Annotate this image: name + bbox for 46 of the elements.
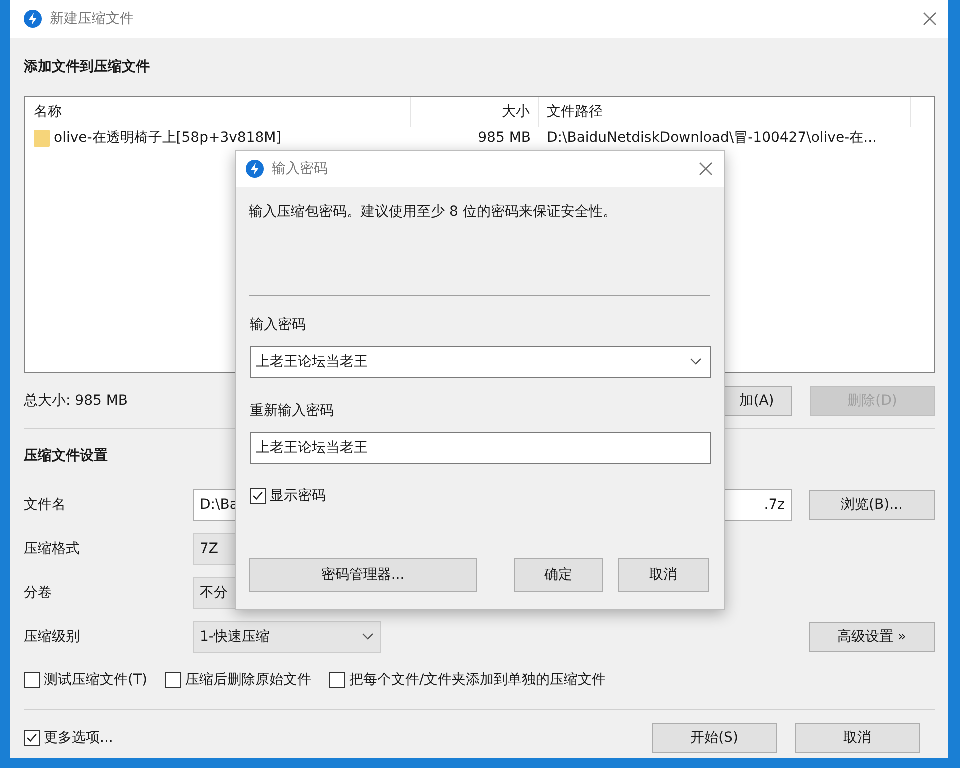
add-button[interactable]: 加(A) <box>722 386 792 416</box>
field-label: 压缩级别 <box>24 628 81 646</box>
cancel-button[interactable]: 取消 <box>795 723 920 753</box>
instruction-text: 输入压缩包密码。建议使用至少 8 位的密码来保证安全性。 <box>249 203 617 221</box>
section-heading: 添加文件到压缩文件 <box>24 58 150 77</box>
field-label: 重新输入密码 <box>250 402 334 420</box>
total-size: 总大小: 985 MB <box>24 392 128 410</box>
field-label: 输入密码 <box>250 316 306 334</box>
password-field[interactable]: 上老王论坛当老王 <box>250 432 711 464</box>
column-header[interactable]: 文件路径 <box>547 103 603 121</box>
cancel-button[interactable]: 取消 <box>618 558 709 592</box>
folder-icon <box>34 129 50 147</box>
chevron-down-icon <box>362 633 374 641</box>
checkbox-label: 显示密码 <box>270 487 326 505</box>
ok-button[interactable]: 确定 <box>514 558 603 592</box>
window-title: 新建压缩文件 <box>50 10 135 28</box>
checkbox-label: 压缩后删除原始文件 <box>185 671 312 689</box>
checkbox[interactable] <box>24 672 40 688</box>
checkbox[interactable] <box>165 672 182 688</box>
password-field[interactable]: 上老王论坛当老王 <box>250 346 711 378</box>
app-logo-icon <box>246 160 264 178</box>
start-button[interactable]: 开始(S) <box>652 723 777 753</box>
checkbox-label: 把每个文件/文件夹添加到单独的压缩文件 <box>349 671 606 689</box>
checkbox[interactable] <box>250 488 266 504</box>
checkbox-label: 更多选项... <box>44 729 114 747</box>
file-path: D:\BaiduNetdiskDownload\冒-100427\olive-在... <box>547 130 877 146</box>
checkbox[interactable] <box>24 730 40 746</box>
close-icon[interactable] <box>698 161 714 177</box>
field-label: 压缩格式 <box>24 540 81 558</box>
advanced-settings-button[interactable]: 高级设置 » <box>809 622 935 652</box>
dropdown[interactable]: 1-快速压缩 <box>193 621 381 653</box>
file-size: 985 MB <box>478 130 531 146</box>
column-header[interactable]: 大小 <box>502 103 530 121</box>
checkbox[interactable] <box>329 672 346 688</box>
close-icon[interactable] <box>922 11 938 27</box>
dialog-title: 输入密码 <box>272 160 329 178</box>
column-header[interactable]: 名称 <box>34 103 62 121</box>
browse-button[interactable]: 浏览(B)... <box>809 490 935 520</box>
field-label: 分卷 <box>24 584 53 602</box>
password-manager-button[interactable]: 密码管理器... <box>249 558 477 592</box>
field-label: 文件名 <box>24 496 67 514</box>
section-heading: 压缩文件设置 <box>24 447 108 466</box>
file-name: olive-在透明椅子上[58p+3v818M] <box>54 129 282 147</box>
app-logo-icon <box>24 10 42 28</box>
chevron-down-icon <box>690 358 702 366</box>
checkbox-label: 测试压缩文件(T) <box>44 671 148 689</box>
